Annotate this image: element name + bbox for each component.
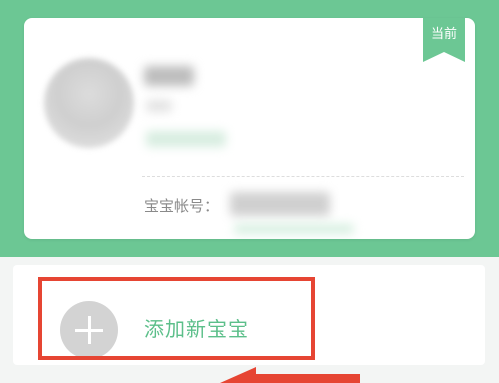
blurred-account-value	[230, 192, 330, 216]
account-label: 宝宝帐号：	[144, 197, 220, 215]
avatar	[44, 58, 134, 148]
blurred-account-extra	[234, 224, 354, 234]
arrow-icon	[220, 367, 360, 383]
blurred-info-line	[146, 131, 226, 147]
highlight-box	[38, 277, 315, 360]
baby-profile-card[interactable]: 当前 宝宝帐号：	[24, 18, 475, 239]
current-badge-label: 当前	[430, 27, 457, 42]
blurred-info-line	[146, 100, 172, 112]
blurred-baby-name	[144, 66, 194, 86]
current-badge: 当前	[423, 18, 465, 62]
divider	[142, 176, 464, 177]
